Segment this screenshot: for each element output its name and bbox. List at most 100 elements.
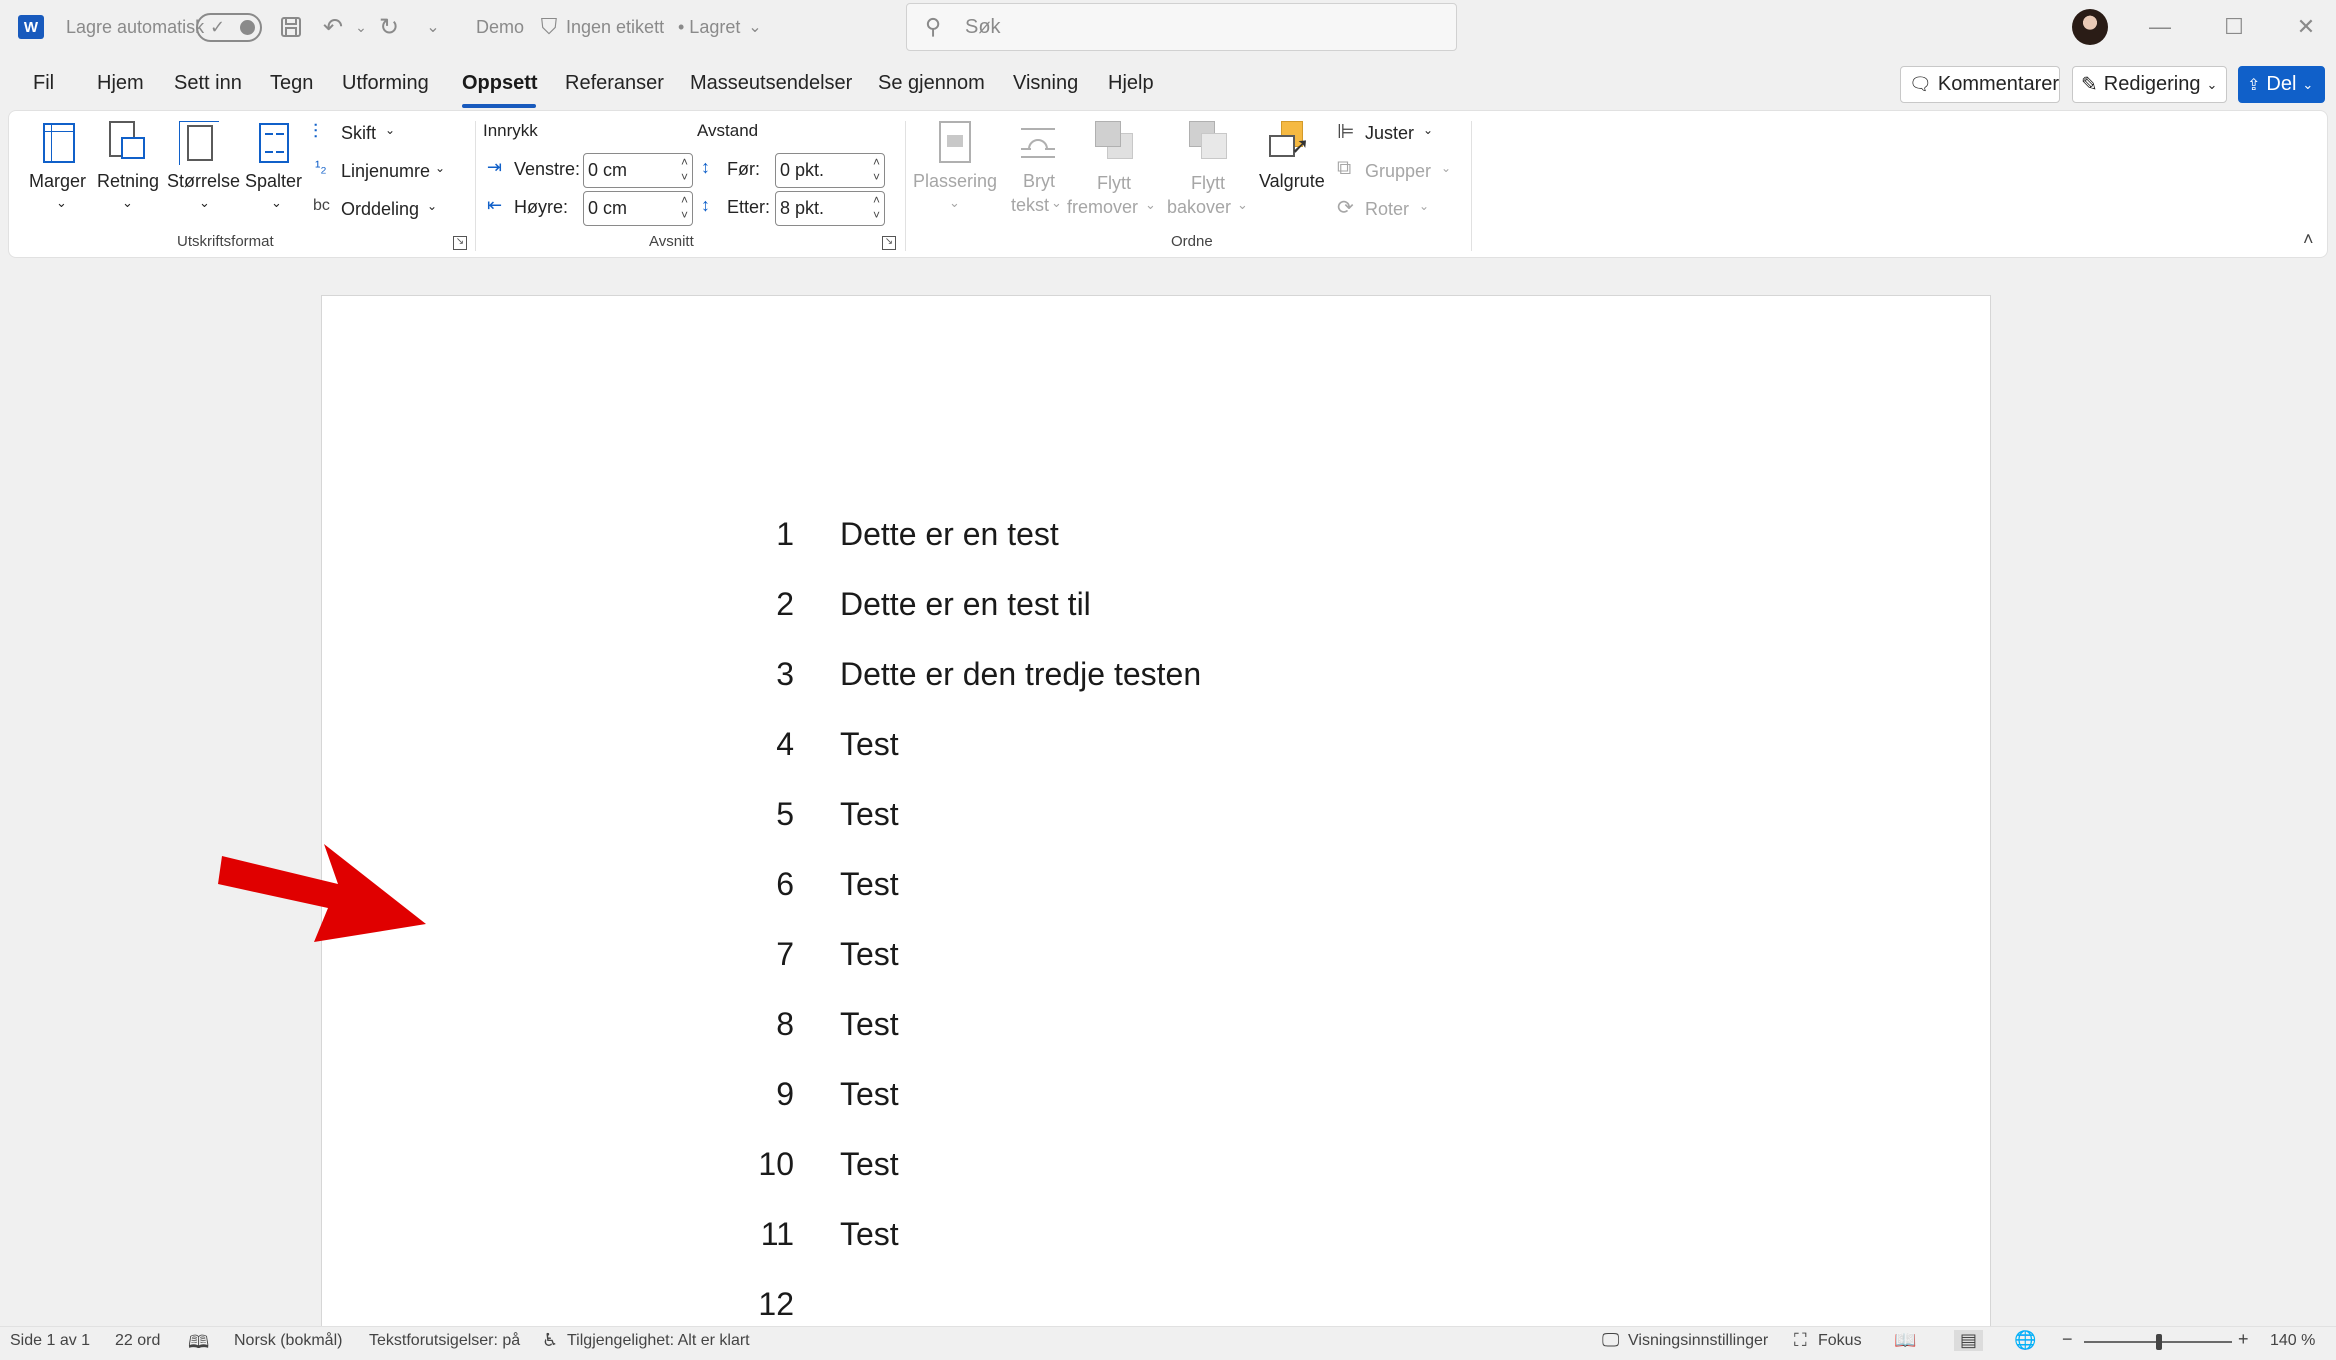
zoom-slider-thumb[interactable]: [2156, 1334, 2163, 1350]
sensitivity-label[interactable]: Ingen etikett: [566, 0, 664, 54]
close-icon[interactable]: ✕: [2282, 8, 2330, 46]
chevron-down-icon[interactable]: ⌄: [435, 161, 445, 175]
bring-forward-button[interactable]: Flytt: [1097, 173, 1131, 194]
rotate-button[interactable]: Roter: [1365, 199, 1409, 220]
send-backward-button[interactable]: Flytt: [1191, 173, 1225, 194]
undo-dropdown-icon[interactable]: ⌄: [346, 12, 376, 42]
tab-insert[interactable]: Sett inn: [174, 72, 242, 95]
document-line[interactable]: 12: [322, 1286, 1990, 1326]
group-button[interactable]: Grupper: [1365, 161, 1431, 182]
line-text[interactable]: Test: [840, 1006, 899, 1043]
bring-forward-icon[interactable]: [1093, 119, 1135, 163]
tab-home[interactable]: Hjem: [97, 72, 144, 95]
size-button[interactable]: Størrelse: [167, 171, 240, 192]
hyphenation-button[interactable]: Orddeling: [341, 199, 419, 220]
undo-icon[interactable]: ↶: [318, 12, 348, 42]
chevron-down-icon[interactable]: ⌄: [1145, 197, 1156, 213]
orientation-icon[interactable]: [105, 119, 147, 163]
dialog-launcher-icon[interactable]: ↘: [453, 236, 467, 250]
display-settings[interactable]: Visningsinnstillinger: [1628, 1332, 1768, 1350]
line-text[interactable]: Test: [840, 796, 899, 833]
wrap-text-button[interactable]: Bryt: [1023, 171, 1055, 192]
document-line[interactable]: 11 Test: [322, 1216, 1990, 1266]
document-line[interactable]: 8 Test: [322, 1006, 1990, 1056]
chevron-down-icon[interactable]: ⌄: [1419, 199, 1429, 213]
language[interactable]: Norsk (bokmål): [234, 1332, 342, 1350]
text-predictions[interactable]: Tekstforutsigelser: på: [369, 1332, 520, 1350]
document-line[interactable]: 1 Dette er en test: [322, 516, 1990, 566]
customize-toolbar-icon[interactable]: ⌄: [418, 12, 448, 42]
chevron-down-icon[interactable]: ⌄: [271, 195, 282, 211]
document-line[interactable]: 5 Test: [322, 796, 1990, 846]
columns-icon[interactable]: [255, 121, 297, 165]
minimize-icon[interactable]: —: [2136, 8, 2184, 46]
line-text[interactable]: Dette er en test: [840, 516, 1059, 553]
indent-right-input[interactable]: 0 cm ˄ ˅: [583, 191, 693, 226]
comments-button[interactable]: 🗨 Kommentarer: [1900, 66, 2060, 103]
line-text[interactable]: Test: [840, 1076, 899, 1113]
print-layout-icon[interactable]: ▤: [1954, 1330, 1984, 1351]
chevron-down-icon[interactable]: ⌄: [56, 195, 67, 211]
zoom-in-icon[interactable]: +: [2238, 1329, 2249, 1350]
chevron-down-icon[interactable]: ⌄: [122, 195, 133, 211]
spinner-arrows-icon[interactable]: ˄ ˅: [873, 155, 880, 185]
position-icon[interactable]: [935, 121, 977, 165]
chevron-down-icon[interactable]: ⌄: [427, 199, 437, 213]
document-page[interactable]: 1 Dette er en test 2 Dette er en test til 3 D…: [321, 295, 1991, 1326]
margins-button[interactable]: Marger: [29, 171, 86, 192]
selection-pane-button[interactable]: Valgrute: [1259, 171, 1325, 192]
tab-view[interactable]: Visning: [1013, 72, 1078, 95]
line-text[interactable]: Dette er en test til: [840, 586, 1091, 623]
chevron-down-icon[interactable]: ⌄: [740, 12, 770, 42]
focus-mode[interactable]: Fokus: [1818, 1332, 1862, 1350]
page-count[interactable]: Side 1 av 1: [10, 1332, 90, 1350]
proofing-book-icon[interactable]: 🕮: [188, 1330, 209, 1360]
orientation-button[interactable]: Retning: [97, 171, 159, 192]
document-line[interactable]: 6 Test: [322, 866, 1990, 916]
tab-review[interactable]: Se gjennom: [878, 72, 985, 95]
position-button[interactable]: Plassering: [913, 171, 997, 192]
document-line[interactable]: 9 Test: [322, 1076, 1990, 1126]
collapse-ribbon-icon[interactable]: ˄: [2303, 229, 2314, 250]
breaks-button[interactable]: Skift: [341, 123, 376, 144]
tab-layout[interactable]: Oppsett: [462, 72, 538, 95]
document-name[interactable]: Demo: [476, 0, 524, 54]
size-icon[interactable]: [177, 121, 219, 165]
document-line[interactable]: 10 Test: [322, 1146, 1990, 1196]
web-layout-icon[interactable]: 🌐: [2014, 1330, 2036, 1351]
spinner-arrows-icon[interactable]: ˄ ˅: [873, 193, 880, 223]
zoom-level[interactable]: 140 %: [2270, 1332, 2315, 1350]
tab-mailings[interactable]: Masseutsendelser: [690, 72, 852, 95]
tab-design[interactable]: Utforming: [342, 72, 429, 95]
margins-icon[interactable]: [39, 121, 81, 165]
chevron-down-icon[interactable]: ⌄: [949, 195, 960, 211]
save-icon[interactable]: [276, 12, 306, 42]
line-numbers-button[interactable]: Linjenumre: [341, 161, 430, 182]
tab-references[interactable]: Referanser: [565, 72, 664, 95]
send-backward-icon[interactable]: [1187, 119, 1229, 163]
document-line[interactable]: 4 Test: [322, 726, 1990, 776]
line-text[interactable]: Test: [840, 726, 899, 763]
indent-left-input[interactable]: 0 cm ˄ ˅: [583, 153, 693, 188]
search-input[interactable]: ⚲ Søk: [906, 3, 1457, 51]
line-text[interactable]: Test: [840, 1216, 899, 1253]
share-button[interactable]: ⇪ Del ⌄: [2238, 66, 2325, 103]
accessibility-status[interactable]: Tilgjengelighet: Alt er klart: [567, 1332, 750, 1350]
document-line[interactable]: 2 Dette er en test til: [322, 586, 1990, 636]
word-count[interactable]: 22 ord: [115, 1332, 160, 1350]
maximize-icon[interactable]: ☐: [2210, 8, 2258, 46]
chevron-down-icon[interactable]: ⌄: [199, 195, 210, 211]
chevron-down-icon[interactable]: ⌄: [1441, 161, 1451, 175]
chevron-down-icon[interactable]: ⌄: [1051, 195, 1062, 211]
autosave-toggle[interactable]: ✓: [196, 13, 262, 42]
tab-file[interactable]: Fil: [33, 72, 54, 95]
zoom-out-icon[interactable]: −: [2062, 1329, 2073, 1350]
columns-button[interactable]: Spalter: [245, 171, 302, 192]
chevron-down-icon[interactable]: ⌄: [1237, 197, 1248, 213]
spacing-after-input[interactable]: 8 pkt. ˄ ˅: [775, 191, 885, 226]
avatar[interactable]: [2072, 9, 2108, 45]
line-text[interactable]: Test: [840, 936, 899, 973]
save-status[interactable]: • Lagret: [678, 0, 740, 54]
document-line[interactable]: 3 Dette er den tredje testen: [322, 656, 1990, 706]
selection-pane-icon[interactable]: ➚: [1267, 121, 1309, 165]
